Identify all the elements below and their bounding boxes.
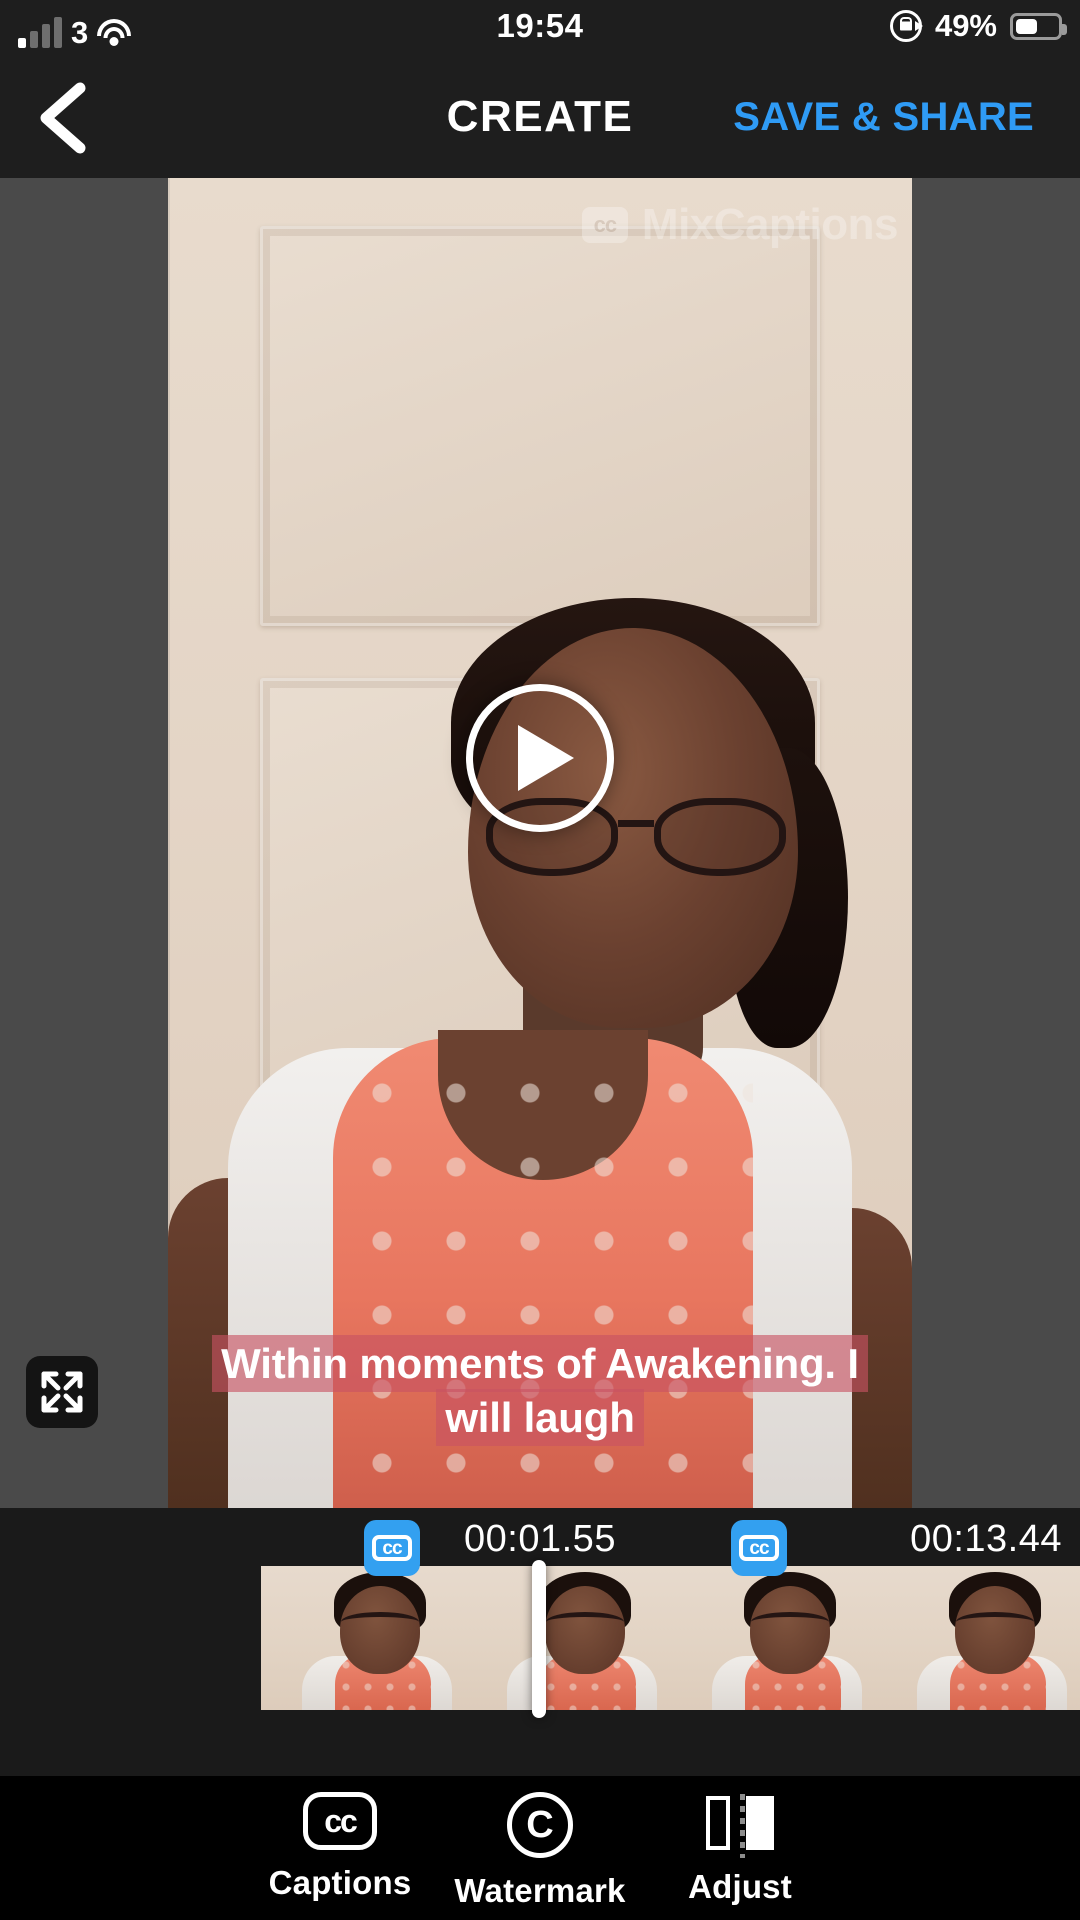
tab-adjust[interactable]: Adjust [640,1788,840,1906]
tab-watermark[interactable]: C Watermark [440,1792,640,1910]
cc-marker-icon[interactable]: cc [731,1520,787,1576]
tab-adjust-label: Adjust [688,1868,792,1905]
status-bar-right: 49% [889,8,1067,44]
captions-cc-icon: cc [303,1792,377,1850]
save-and-share-button[interactable]: SAVE & SHARE [733,56,1034,178]
filmstrip-thumbnail[interactable] [671,1566,876,1710]
filmstrip-thumbnail[interactable] [466,1566,671,1710]
total-time-label: 00:13.44 [910,1518,1062,1560]
navigation-bar: CREATE SAVE & SHARE [0,56,1080,178]
video-preview-area[interactable]: cc MixCaptions Within moments of Awakeni… [0,178,1080,1508]
video-player[interactable]: cc MixCaptions Within moments of Awakeni… [168,178,912,1508]
cc-marker-icon[interactable]: cc [364,1520,420,1576]
status-bar: 3 19:54 49% [0,0,1080,56]
fullscreen-expand-icon[interactable] [26,1356,98,1428]
rotation-lock-icon [889,10,923,42]
filmstrip-thumbnail[interactable] [876,1566,1080,1710]
tab-captions[interactable]: cc Captions [240,1792,440,1902]
tab-watermark-label: Watermark [454,1872,626,1909]
battery-icon [1010,12,1067,40]
caption-text: Within moments of Awakening. I will laug… [212,1334,868,1447]
play-icon[interactable] [466,684,614,832]
adjust-crop-icon [702,1788,778,1858]
watermark-label: MixCaptions [641,200,899,249]
tab-captions-label: Captions [268,1864,412,1901]
battery-percent-label: 49% [934,8,997,43]
mixcaptions-watermark: cc MixCaptions [581,200,899,250]
app-root: 3 19:54 49% CREATE SAVE & SHARE cc MixCa… [0,0,1080,1920]
timeline-times: 00:01.55 00:13.44 [0,1518,1080,1566]
video-caption-overlay[interactable]: Within moments of Awakening. I will laug… [168,1334,912,1447]
timeline-filmstrip[interactable] [261,1566,1080,1710]
timeline-panel[interactable]: 00:01.55 00:13.44 cc cc [0,1508,1080,1776]
filmstrip-thumbnail[interactable] [261,1566,466,1710]
bottom-tab-bar: cc Captions C Watermark Adjust [0,1776,1080,1920]
watermark-copyright-icon: C [507,1792,573,1858]
timeline-playhead[interactable] [532,1560,546,1718]
watermark-cc-badge-icon: cc [581,207,628,243]
